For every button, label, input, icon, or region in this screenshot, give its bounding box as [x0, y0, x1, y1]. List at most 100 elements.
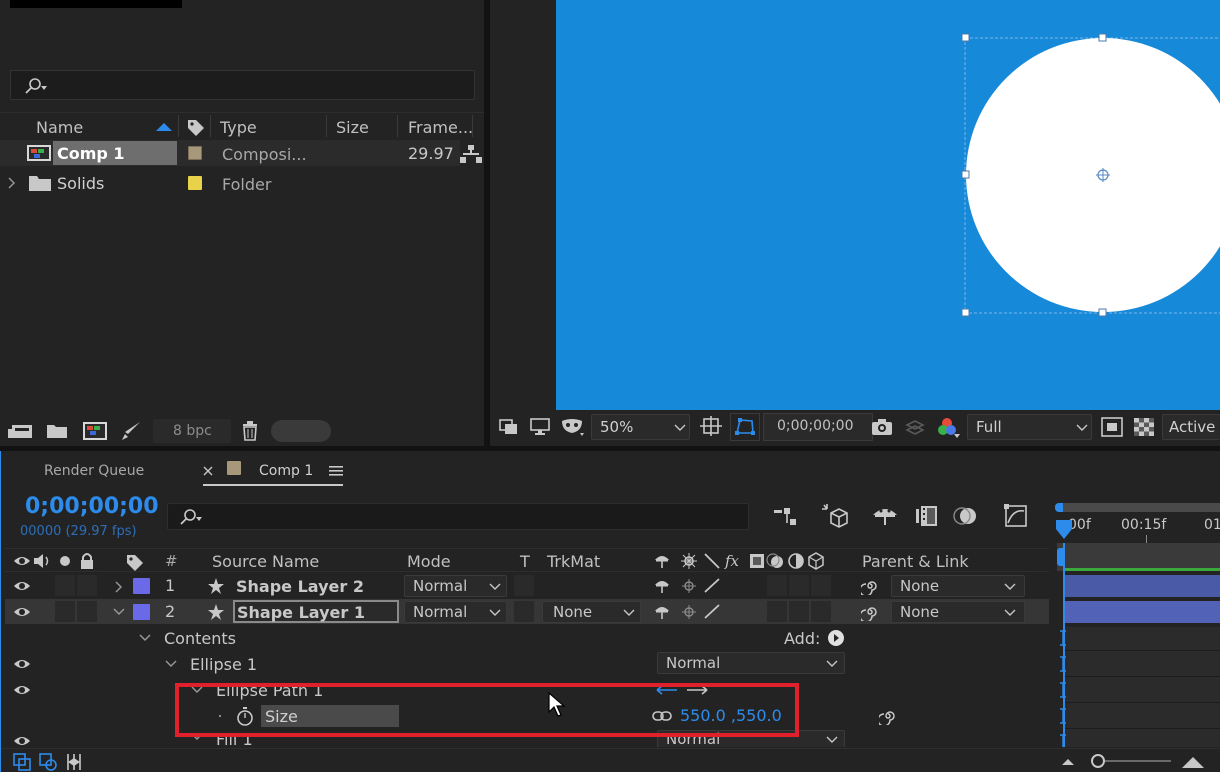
column-frame-rate[interactable]: Frame... [408, 118, 473, 137]
layer-duration-bar[interactable] [1063, 575, 1220, 597]
trkmat-dropdown[interactable]: None [542, 601, 641, 623]
layer-row[interactable]: 1 Shape Layer 2 Normal None [5, 573, 1049, 598]
motion-blur-icon[interactable] [953, 505, 977, 527]
layer-label-chip[interactable] [133, 604, 150, 620]
resolution-dropdown[interactable]: Full [967, 414, 1092, 440]
frame-blending-icon[interactable] [915, 505, 939, 527]
composition-canvas[interactable] [556, 0, 1220, 410]
layer-name-edit-box[interactable]: Shape Layer 1 [233, 600, 399, 623]
camera-view-dropdown[interactable]: Active [1162, 414, 1220, 440]
expression-pick-whip-icon[interactable] [879, 707, 897, 725]
panel-menu-icon[interactable] [329, 465, 343, 477]
parent-dropdown[interactable]: None [891, 601, 1025, 623]
zoom-in-icon[interactable] [1181, 755, 1205, 769]
column-trkmat[interactable]: TrkMat [547, 552, 600, 571]
label-tag-icon[interactable] [186, 118, 206, 136]
new-folder-icon[interactable] [46, 423, 68, 439]
project-search-input[interactable] [10, 70, 475, 100]
pick-whip-icon[interactable] [861, 577, 879, 595]
zoom-out-icon[interactable] [1061, 757, 1075, 767]
label-color-chip[interactable] [188, 176, 202, 190]
camera-snapshot-icon[interactable] [871, 418, 893, 436]
lock-icon[interactable] [79, 552, 95, 570]
ellipse-shape[interactable] [556, 0, 1220, 410]
eye-icon[interactable] [13, 657, 31, 671]
channel-rgb-icon[interactable] [936, 416, 962, 440]
layer-label-chip[interactable] [133, 578, 150, 594]
new-composition-icon[interactable] [82, 421, 108, 441]
layer-row-selected[interactable]: 2 Shape Layer 1 Normal None None [5, 599, 1049, 624]
contents-row[interactable]: Contents Add: [5, 625, 1049, 650]
solo-icon[interactable] [59, 555, 71, 567]
chevron-right-icon[interactable] [8, 177, 16, 189]
layer-switches-icons[interactable]: fx [653, 552, 853, 570]
zoom-slider-thumb[interactable] [1091, 754, 1105, 768]
chevron-down-icon[interactable] [139, 634, 151, 642]
column-mode[interactable]: Mode [407, 552, 451, 571]
pick-whip-icon[interactable] [861, 603, 879, 621]
layer-mode-dropdown[interactable]: Normal [404, 601, 507, 623]
ellipse-group-row[interactable]: Ellipse 1 Normal [5, 651, 1049, 676]
ellipse-blend-mode-dropdown[interactable]: Normal [657, 652, 845, 674]
toggle-mask-path-button[interactable] [730, 413, 760, 441]
timeline-search-input[interactable] [167, 503, 749, 530]
graph-editor-icon[interactable] [1003, 503, 1029, 529]
work-area-bar[interactable] [1055, 503, 1220, 512]
shy-layers-icon[interactable] [871, 505, 899, 527]
label-color-chip[interactable] [188, 146, 202, 160]
column-source-name[interactable]: Source Name [212, 552, 319, 571]
comp-mini-flowchart-icon[interactable] [773, 507, 799, 527]
tab-render-queue[interactable]: Render Queue [44, 463, 144, 479]
column-t[interactable]: T [520, 552, 530, 571]
add-menu-icon[interactable] [827, 629, 845, 647]
chevron-right-icon[interactable] [115, 581, 123, 593]
eye-icon[interactable] [13, 605, 31, 619]
tab-comp[interactable]: Comp 1 [259, 463, 313, 479]
show-snapshot-icon[interactable] [903, 417, 927, 437]
flowchart-icon[interactable] [460, 144, 482, 164]
grid-guides-icon[interactable] [700, 416, 724, 438]
transparency-grid-icon[interactable] [1133, 417, 1155, 437]
audio-icon[interactable] [33, 553, 53, 569]
label-tag-icon[interactable] [125, 553, 145, 571]
always-preview-icon[interactable] [498, 418, 520, 436]
layer-switches[interactable] [653, 603, 723, 621]
timeline-timecode[interactable]: 0;00;00;00 [25, 494, 159, 519]
trash-icon[interactable] [241, 421, 259, 441]
thumbnail-slider[interactable] [271, 420, 331, 442]
modes-toggle-icon[interactable] [39, 753, 57, 771]
in-out-toggle-icon[interactable] [65, 753, 83, 771]
brush-icon[interactable] [120, 420, 142, 442]
project-item-folder[interactable]: Solids Folder [0, 170, 460, 196]
layer-switches[interactable] [653, 577, 723, 595]
viewer-timecode[interactable]: 0;00;00;00 [763, 413, 873, 441]
layer-duration-bar-selected[interactable] [1063, 601, 1220, 623]
add-label: Add: [784, 629, 821, 648]
parent-dropdown[interactable]: None [891, 575, 1025, 597]
monitor-icon[interactable] [530, 418, 550, 436]
project-item-comp[interactable]: Comp 1 Composi... 29.97 [0, 140, 460, 166]
mask-visibility-icon[interactable] [560, 417, 586, 437]
region-of-interest-icon[interactable] [1101, 417, 1123, 437]
eye-icon[interactable] [13, 734, 31, 747]
column-size[interactable]: Size [336, 118, 369, 137]
layer-switches-toggle-icon[interactable] [13, 753, 31, 771]
chevron-down-icon[interactable] [113, 608, 125, 616]
column-parent-link[interactable]: Parent & Link [862, 552, 969, 571]
layer-name[interactable]: Shape Layer 2 [236, 577, 364, 596]
bpc-button[interactable]: 8 bpc [153, 419, 231, 443]
chevron-down-icon[interactable] [165, 660, 177, 668]
magnification-dropdown[interactable]: 50% [591, 414, 690, 440]
column-type[interactable]: Type [220, 118, 257, 137]
interpret-footage-icon[interactable] [8, 423, 34, 439]
playhead-icon[interactable] [1055, 519, 1073, 541]
layer-mode-dropdown[interactable]: Normal [404, 575, 507, 597]
eye-icon[interactable] [13, 579, 31, 593]
column-name[interactable]: Name [36, 118, 83, 137]
draft-3d-icon[interactable] [821, 503, 849, 529]
panel-divider-vertical[interactable] [484, 0, 490, 446]
eye-icon[interactable] [13, 554, 31, 568]
eye-icon[interactable] [13, 683, 31, 697]
current-time-indicator[interactable] [1063, 543, 1065, 747]
close-icon[interactable] [203, 466, 213, 476]
